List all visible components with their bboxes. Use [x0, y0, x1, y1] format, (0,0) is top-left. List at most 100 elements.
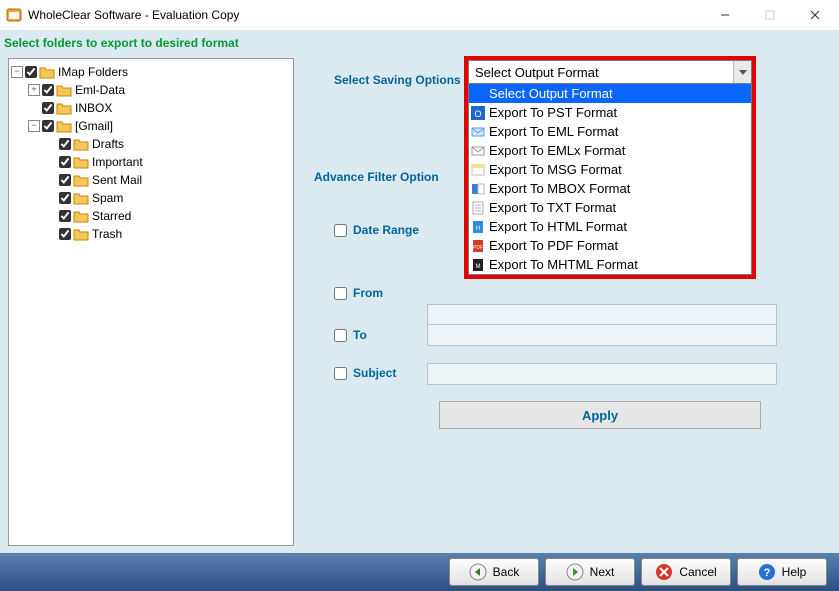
tree-checkbox[interactable]: [42, 102, 54, 114]
expander-icon[interactable]: −: [11, 66, 23, 78]
combo-option[interactable]: Select Output Format: [469, 84, 751, 103]
emlx-icon: [471, 144, 485, 158]
svg-text:PDF: PDF: [473, 245, 483, 251]
from-checkbox[interactable]: [334, 287, 347, 300]
folder-icon: [73, 156, 89, 169]
to-input[interactable]: [427, 324, 777, 346]
combo-option[interactable]: Export To MBOX Format: [469, 179, 751, 198]
from-label: From: [353, 286, 383, 300]
tree-item[interactable]: Trash: [45, 225, 291, 243]
apply-button[interactable]: Apply: [439, 401, 761, 429]
tree-checkbox[interactable]: [42, 84, 54, 96]
tree-item[interactable]: INBOX: [28, 99, 291, 117]
app-icon: [6, 7, 22, 23]
date-range-row: Date Range: [334, 223, 419, 237]
close-button[interactable]: [792, 0, 837, 30]
next-button[interactable]: Next: [545, 558, 635, 586]
svg-text:H: H: [476, 226, 480, 232]
pst-icon: O: [471, 106, 485, 120]
tree-label: Starred: [92, 209, 131, 223]
help-icon: ?: [758, 563, 776, 581]
combo-option[interactable]: HExport To HTML Format: [469, 217, 751, 236]
tree-label: Eml-Data: [75, 83, 125, 97]
combo-option-label: Export To MHTML Format: [489, 257, 638, 272]
svg-text:M: M: [476, 264, 481, 270]
tree-root[interactable]: − IMap Folders: [11, 63, 291, 81]
tree-label: Drafts: [92, 137, 124, 151]
combo-option[interactable]: PDF Export To PDF Format: [469, 236, 751, 255]
tree-item[interactable]: + Eml-Data: [28, 81, 291, 99]
eml-icon: [471, 125, 485, 139]
combo-option-label: Export To TXT Format: [489, 200, 616, 215]
output-format-combobox[interactable]: Select Output Format: [468, 60, 752, 84]
from-input[interactable]: [427, 304, 777, 326]
maximize-button[interactable]: [747, 0, 792, 30]
help-button[interactable]: ? Help: [737, 558, 827, 586]
output-format-highlighted: Select Output Format Select Output Forma…: [464, 56, 756, 279]
combo-option[interactable]: Export To TXT Format: [469, 198, 751, 217]
tree-label: IMap Folders: [58, 65, 128, 79]
folder-icon: [73, 210, 89, 223]
combo-option[interactable]: Export To EMLx Format: [469, 141, 751, 160]
advance-filter-label: Advance Filter Option: [314, 170, 439, 184]
folder-tree[interactable]: − IMap Folders + Eml-Data INBOX: [8, 58, 294, 546]
tree-checkbox[interactable]: [59, 192, 71, 204]
to-row: To: [334, 328, 367, 342]
txt-icon: [471, 201, 485, 215]
tree-checkbox[interactable]: [59, 156, 71, 168]
folder-icon: [73, 192, 89, 205]
tree-item[interactable]: Spam: [45, 189, 291, 207]
date-range-checkbox[interactable]: [334, 224, 347, 237]
expander-icon[interactable]: −: [28, 120, 40, 132]
saving-options-label: Select Saving Options: [334, 73, 461, 87]
combo-option-label: Select Output Format: [489, 86, 613, 101]
cancel-button[interactable]: Cancel: [641, 558, 731, 586]
svg-text:?: ?: [763, 567, 770, 579]
tree-checkbox[interactable]: [42, 120, 54, 132]
tree-label: Trash: [92, 227, 122, 241]
tree-label: Important: [92, 155, 143, 169]
tree-checkbox[interactable]: [59, 228, 71, 240]
chevron-down-icon[interactable]: [733, 61, 751, 83]
combo-option[interactable]: OExport To PST Format: [469, 103, 751, 122]
folder-icon: [56, 102, 72, 115]
folder-icon: [73, 228, 89, 241]
cancel-icon: [655, 563, 673, 581]
help-label: Help: [782, 565, 807, 579]
to-checkbox[interactable]: [334, 329, 347, 342]
back-button[interactable]: Back: [449, 558, 539, 586]
folder-icon: [73, 138, 89, 151]
tree-checkbox[interactable]: [25, 66, 37, 78]
msg-icon: [471, 163, 485, 177]
expander-icon[interactable]: +: [28, 84, 40, 96]
date-range-label: Date Range: [353, 223, 419, 237]
tree-item[interactable]: Sent Mail: [45, 171, 291, 189]
tree-label: Sent Mail: [92, 173, 142, 187]
combo-option-label: Export To EML Format: [489, 124, 618, 139]
next-icon: [566, 563, 584, 581]
subject-row: Subject: [334, 366, 396, 380]
tree-item[interactable]: − [Gmail]: [28, 117, 291, 135]
html-icon: H: [471, 220, 485, 234]
tree-item[interactable]: Drafts: [45, 135, 291, 153]
mbox-icon: [471, 182, 485, 196]
tree-checkbox[interactable]: [59, 174, 71, 186]
mhtml-icon: M: [471, 258, 485, 272]
combo-option[interactable]: Export To EML Format: [469, 122, 751, 141]
combo-option-label: Export To MBOX Format: [489, 181, 630, 196]
tree-checkbox[interactable]: [59, 210, 71, 222]
tree-item[interactable]: Important: [45, 153, 291, 171]
subject-input[interactable]: [427, 363, 777, 385]
minimize-button[interactable]: [702, 0, 747, 30]
combo-option-label: Export To MSG Format: [489, 162, 622, 177]
pdf-icon: PDF: [471, 239, 485, 253]
svg-text:O: O: [474, 109, 481, 119]
tree-item[interactable]: Starred: [45, 207, 291, 225]
tree-checkbox[interactable]: [59, 138, 71, 150]
combo-option[interactable]: M Export To MHTML Format: [469, 255, 751, 274]
combo-option-label: Export To PDF Format: [489, 238, 618, 253]
combo-option[interactable]: Export To MSG Format: [469, 160, 751, 179]
output-format-dropdown[interactable]: Select Output Format OExport To PST Form…: [468, 84, 752, 275]
subject-checkbox[interactable]: [334, 367, 347, 380]
folder-icon: [73, 174, 89, 187]
